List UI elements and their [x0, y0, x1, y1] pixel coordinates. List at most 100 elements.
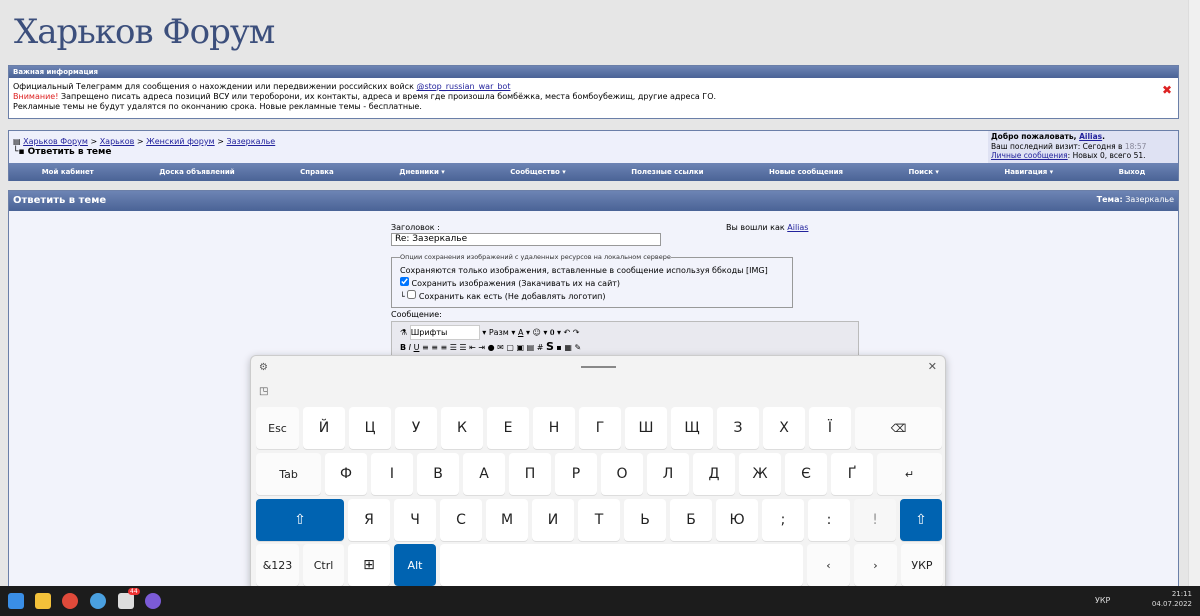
save-images-checkbox[interactable]: [400, 277, 409, 286]
nav-item[interactable]: Доска объявлений: [159, 168, 235, 176]
start-icon[interactable]: [8, 593, 24, 609]
key[interactable]: ⇧: [900, 499, 942, 541]
key[interactable]: УКР: [901, 544, 943, 586]
nav-item[interactable]: Полезные ссылки: [631, 168, 703, 176]
user-link[interactable]: Ailias: [787, 223, 808, 232]
site-logo[interactable]: Харьков Форум: [14, 12, 275, 52]
key[interactable]: Д: [693, 453, 735, 495]
reply-form: Заголовок : Вы вошли как Ailias Re: Зазе…: [391, 223, 861, 371]
key[interactable]: Tab: [256, 453, 321, 495]
key[interactable]: Ч: [394, 499, 436, 541]
explorer-icon[interactable]: [35, 593, 51, 609]
key[interactable]: ⊞: [348, 544, 390, 586]
chrome-icon[interactable]: [62, 593, 78, 609]
key[interactable]: Л: [647, 453, 689, 495]
key[interactable]: ;: [762, 499, 804, 541]
image-options: Опции сохранения изображений с удаленных…: [391, 251, 793, 308]
key[interactable]: А: [463, 453, 505, 495]
key[interactable]: Ю: [716, 499, 758, 541]
info-panel: Важная информация ✖ Официальный Телеграм…: [8, 65, 1179, 119]
nav-item[interactable]: Справка: [300, 168, 334, 176]
key[interactable]: М: [486, 499, 528, 541]
key[interactable]: Т: [578, 499, 620, 541]
crumb-3[interactable]: Зазеркалье: [226, 137, 275, 146]
title-input[interactable]: Re: Зазеркалье: [391, 233, 661, 246]
key[interactable]: ⌫: [855, 407, 942, 449]
key[interactable]: Ж: [739, 453, 781, 495]
close-icon[interactable]: ✖: [1162, 83, 1172, 97]
key[interactable]: Alt: [394, 544, 436, 586]
size-select[interactable]: Разм: [489, 328, 509, 337]
key[interactable]: О: [601, 453, 643, 495]
dock-icon[interactable]: ◳: [259, 386, 268, 397]
user-link[interactable]: Ailias: [1079, 132, 1102, 141]
reply-icon: └▪: [13, 147, 28, 157]
info-line1: Официальный Телеграмм для сообщения о на…: [13, 82, 417, 91]
key[interactable]: ›: [854, 544, 897, 586]
key[interactable]: Ш: [625, 407, 667, 449]
key[interactable]: ⇧: [256, 499, 344, 541]
drag-handle[interactable]: [581, 366, 616, 368]
pm-link[interactable]: Личные сообщения: [991, 151, 1068, 160]
key[interactable]: ‹: [807, 544, 850, 586]
taskbar: 44 УКР 21:11 04.07.2022: [0, 586, 1200, 616]
info-header: Важная информация: [9, 66, 1178, 78]
key[interactable]: Р: [555, 453, 597, 495]
clock[interactable]: 21:11 04.07.2022: [1150, 589, 1192, 609]
key[interactable]: Щ: [671, 407, 713, 449]
key[interactable]: Й: [303, 407, 345, 449]
key[interactable]: З: [717, 407, 759, 449]
close-icon[interactable]: ✕: [928, 360, 937, 373]
key[interactable]: И: [532, 499, 574, 541]
key[interactable]: Ґ: [831, 453, 873, 495]
key[interactable]: Esc: [256, 407, 299, 449]
key[interactable]: У: [395, 407, 437, 449]
key[interactable]: Я: [348, 499, 390, 541]
nav-item[interactable]: Мой кабинет: [42, 168, 94, 176]
key[interactable]: П: [509, 453, 551, 495]
message-label: Сообщение:: [391, 310, 442, 319]
key[interactable]: &123: [256, 544, 299, 586]
nav-item[interactable]: Выход: [1119, 168, 1146, 176]
key[interactable]: ↵: [877, 453, 942, 495]
nav-item[interactable]: Навигация ▾: [1004, 168, 1053, 176]
key[interactable]: Х: [763, 407, 805, 449]
language-indicator[interactable]: УКР: [1095, 596, 1110, 605]
bot-link[interactable]: @stop_russian_war_bot: [416, 82, 510, 91]
crumb-1[interactable]: Харьков: [100, 137, 135, 146]
key[interactable]: Ctrl: [303, 544, 344, 586]
nav-item[interactable]: Новые сообщения: [769, 168, 843, 176]
key[interactable]: І: [371, 453, 413, 495]
settings-icon[interactable]: ⚙: [259, 362, 268, 373]
scrollbar[interactable]: [1188, 0, 1200, 586]
key[interactable]: Е: [487, 407, 529, 449]
key[interactable]: Ф: [325, 453, 367, 495]
nav-item[interactable]: Сообщество ▾: [510, 168, 566, 176]
key[interactable]: Б: [670, 499, 712, 541]
reply-header: Ответить в теме: [13, 195, 107, 206]
key[interactable]: :: [808, 499, 850, 541]
key[interactable]: Є: [785, 453, 827, 495]
telegram-icon[interactable]: [90, 593, 106, 609]
pm-info: : Новых 0, всего 51.: [1067, 151, 1146, 160]
keep-as-is-checkbox[interactable]: [407, 290, 417, 299]
key[interactable]: [440, 544, 803, 586]
crumb-0[interactable]: Харьков Форум: [23, 137, 88, 146]
key[interactable]: !: [854, 499, 896, 541]
key[interactable]: С: [440, 499, 482, 541]
font-select[interactable]: Шрифты: [409, 325, 480, 340]
app-icon[interactable]: [118, 593, 134, 609]
touch-keyboard: ⚙ ✕ ◳ Esc Й Ц У К Е Н Г Ш Щ З Х Ї ⌫ Tab Ф І В А П Р О Л Д Ж Є Ґ ↵ …: [250, 355, 946, 591]
key[interactable]: Ь: [624, 499, 666, 541]
crumb-2[interactable]: Женский форум: [146, 137, 215, 146]
folder-icon: ▤: [13, 137, 24, 146]
nav-item[interactable]: Дневники ▾: [399, 168, 445, 176]
key[interactable]: Н: [533, 407, 575, 449]
nav-item[interactable]: Поиск ▾: [908, 168, 938, 176]
viber-icon[interactable]: [145, 593, 161, 609]
key[interactable]: Ц: [349, 407, 391, 449]
key[interactable]: Ї: [809, 407, 851, 449]
key[interactable]: В: [417, 453, 459, 495]
key[interactable]: Г: [579, 407, 621, 449]
key[interactable]: К: [441, 407, 483, 449]
